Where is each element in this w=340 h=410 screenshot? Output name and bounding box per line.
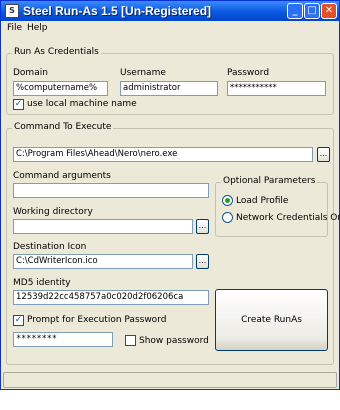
app-icon: S: [5, 4, 19, 18]
domain-input[interactable]: %computername%: [13, 81, 108, 96]
md5-input[interactable]: 12539d22cc458757a0c020d2f06206ca: [13, 290, 209, 305]
icon-browse-button[interactable]: ...: [196, 254, 209, 269]
password-label: Password: [227, 68, 270, 78]
close-button[interactable]: ✕: [321, 3, 337, 19]
load-profile-radio[interactable]: [222, 195, 233, 206]
args-label: Command arguments: [13, 171, 111, 181]
username-label: Username: [120, 68, 166, 78]
minimize-button[interactable]: _: [287, 3, 303, 19]
password-input[interactable]: ***********: [227, 81, 326, 96]
username-input[interactable]: administrator: [120, 81, 218, 96]
main-window: S Steel Run-As 1.5 [Un-Registered] _ □ ✕…: [0, 0, 340, 390]
show-password-checkbox[interactable]: [125, 335, 136, 346]
radio-selected-dot: [225, 198, 230, 203]
workdir-input[interactable]: [13, 219, 193, 234]
prompt-password-label: Prompt for Execution Password: [27, 315, 167, 325]
optional-group: Optional Parameters: [215, 176, 328, 237]
optional-legend: Optional Parameters: [221, 176, 318, 186]
workdir-label: Working directory: [13, 207, 93, 217]
command-browse-button[interactable]: ...: [317, 147, 330, 162]
workdir-browse-button[interactable]: ...: [196, 219, 209, 234]
use-local-label: use local machine name: [27, 99, 137, 109]
credentials-legend: Run As Credentials: [12, 47, 101, 57]
exec-password-input[interactable]: ********: [13, 332, 113, 347]
md5-label: MD5 identity: [13, 278, 71, 288]
checkmark-icon: ✓: [14, 315, 23, 325]
checkmark-icon: ✓: [14, 99, 23, 109]
create-runas-button[interactable]: Create RunAs Executable: [215, 289, 328, 385]
network-creds-radio[interactable]: [222, 212, 233, 223]
load-profile-label: Load Profile: [236, 196, 289, 206]
args-input[interactable]: [13, 183, 209, 198]
command-legend: Command To Execute: [12, 122, 114, 132]
icon-label: Destination Icon: [13, 242, 87, 252]
title-bar[interactable]: S Steel Run-As 1.5 [Un-Registered] _ □ ✕: [1, 1, 339, 21]
icon-input[interactable]: C:\CdWriterIcon.ico: [13, 254, 193, 269]
show-password-label: Show password: [139, 336, 209, 346]
status-bar: [3, 372, 337, 388]
use-local-checkbox[interactable]: ✓: [13, 99, 24, 110]
domain-label: Domain: [13, 68, 48, 78]
network-creds-label: Network Credentials Only: [236, 213, 340, 223]
maximize-button[interactable]: □: [304, 3, 320, 19]
prompt-password-checkbox[interactable]: ✓: [13, 315, 24, 326]
window-title: Steel Run-As 1.5 [Un-Registered]: [23, 4, 212, 18]
command-path-input[interactable]: C:\Program Files\Ahead\Nero\nero.exe: [13, 147, 313, 162]
menu-file[interactable]: File: [7, 23, 22, 33]
menu-help[interactable]: Help: [27, 23, 48, 33]
menu-bar: File Help: [1, 21, 339, 37]
